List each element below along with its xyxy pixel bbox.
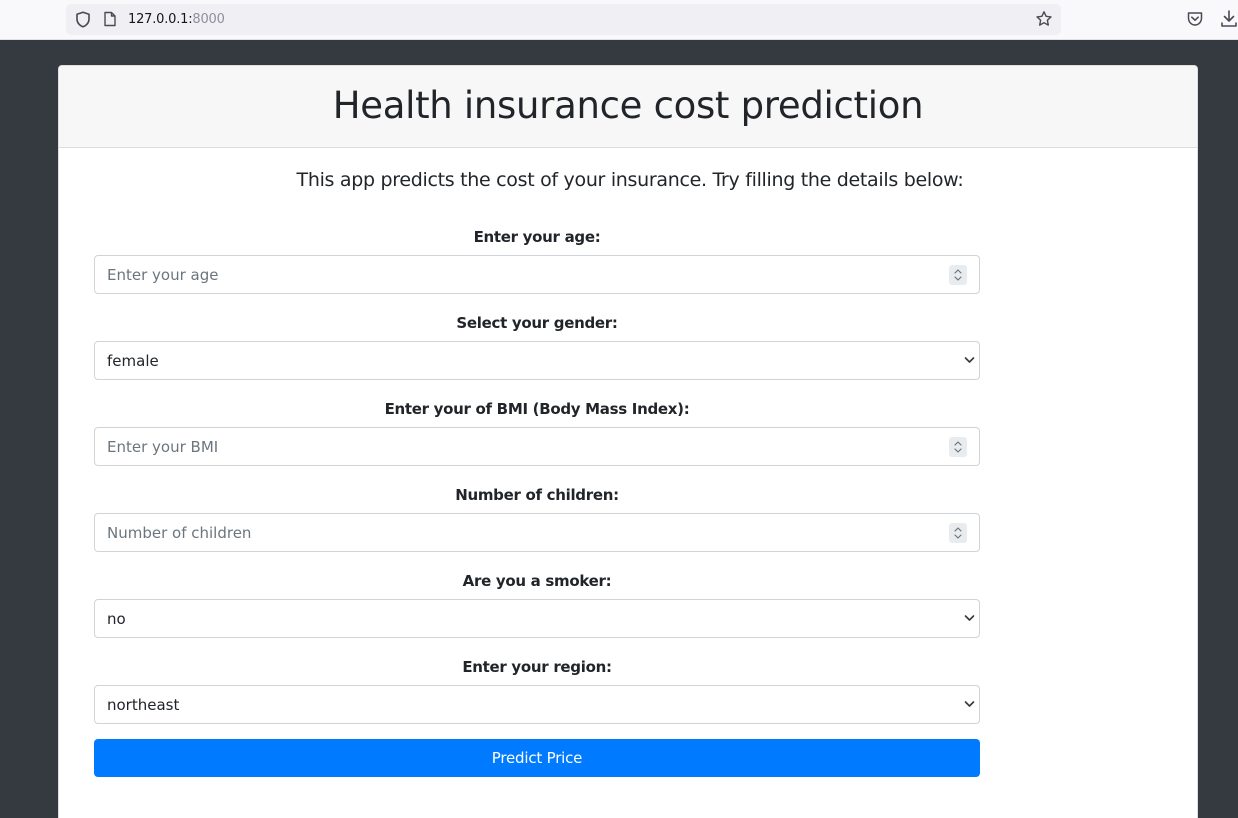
download-icon[interactable]	[1220, 9, 1238, 29]
url-host: 127.0.0.1:	[128, 12, 193, 27]
gender-select[interactable]: female	[94, 341, 980, 380]
age-input[interactable]	[95, 256, 979, 293]
bmi-label: Enter your of BMI (Body Mass Index):	[384, 400, 690, 418]
gender-selected-value: female	[107, 352, 159, 370]
intro-text: This app predicts the cost of your insur…	[296, 169, 964, 191]
number-spinner-icon[interactable]	[949, 265, 967, 285]
card-header: Health insurance cost prediction	[59, 66, 1197, 148]
page-info-icon[interactable]	[103, 11, 117, 27]
smoker-selected-value: no	[107, 610, 126, 628]
region-select[interactable]: northeast	[94, 685, 980, 724]
region-label: Enter your region:	[462, 658, 612, 676]
number-spinner-icon[interactable]	[949, 437, 967, 457]
chevron-down-icon	[964, 701, 975, 707]
prediction-card: Health insurance cost prediction This ap…	[58, 65, 1198, 818]
gender-label: Select your gender:	[456, 314, 618, 332]
url-text[interactable]: 127.0.0.1:8000	[128, 12, 225, 27]
number-spinner-icon[interactable]	[949, 523, 967, 543]
age-label: Enter your age:	[473, 228, 601, 246]
browser-toolbar: 127.0.0.1:8000	[0, 0, 1238, 40]
predict-price-button[interactable]: Predict Price	[94, 739, 980, 777]
smoker-label: Are you a smoker:	[462, 572, 612, 590]
address-bar[interactable]: 127.0.0.1:8000	[66, 4, 1061, 35]
chevron-down-icon	[964, 615, 975, 621]
smoker-select[interactable]: no	[94, 599, 980, 638]
bmi-input[interactable]	[95, 428, 979, 465]
children-field[interactable]	[94, 513, 980, 552]
region-selected-value: northeast	[107, 696, 180, 714]
page-title: Health insurance cost prediction	[332, 84, 924, 127]
age-field[interactable]	[94, 255, 980, 294]
pocket-icon[interactable]	[1186, 10, 1204, 28]
star-icon[interactable]	[1035, 10, 1053, 28]
url-port: 8000	[192, 12, 225, 27]
bmi-field[interactable]	[94, 427, 980, 466]
children-input[interactable]	[95, 514, 979, 551]
children-label: Number of children:	[455, 486, 619, 504]
shield-icon[interactable]	[75, 11, 91, 28]
chevron-down-icon	[964, 357, 975, 363]
